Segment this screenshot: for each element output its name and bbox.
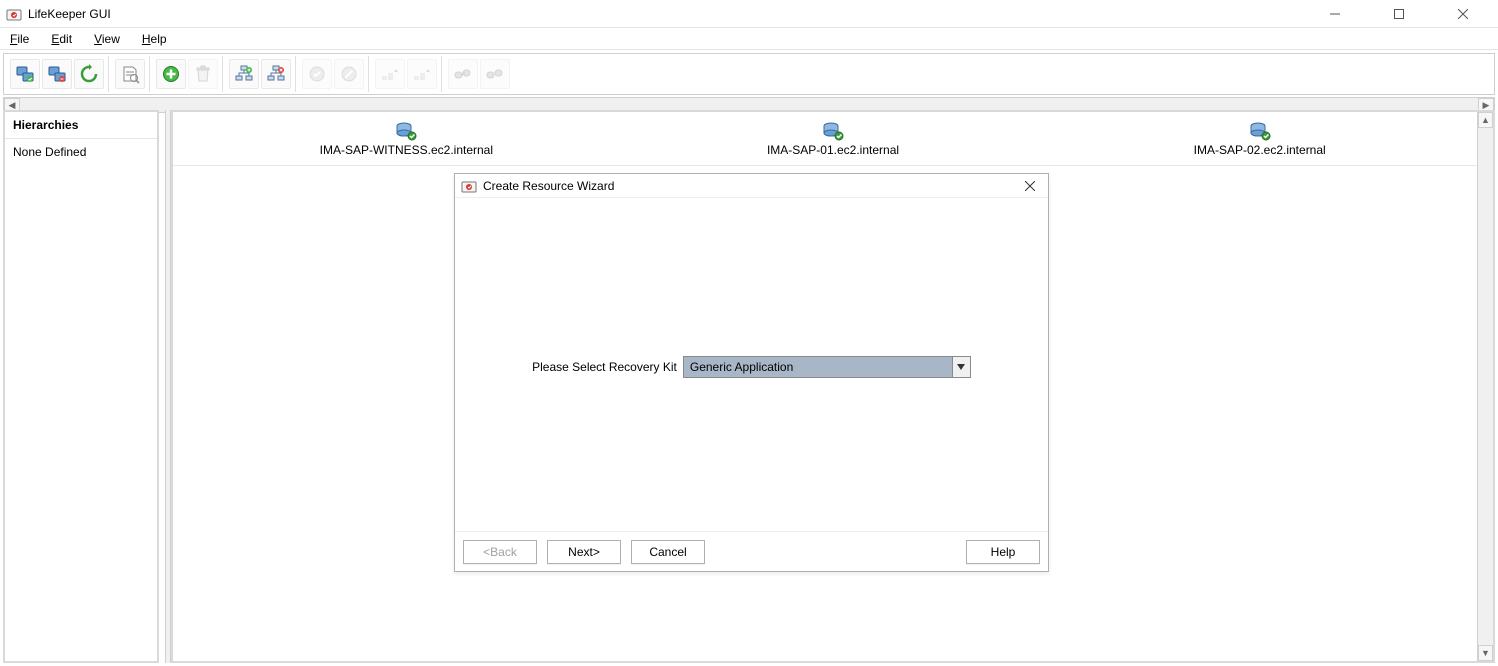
scroll-down-icon[interactable]: ▼ bbox=[1478, 645, 1493, 661]
create-resource-icon[interactable] bbox=[156, 59, 186, 89]
remove-dependency-icon[interactable] bbox=[480, 59, 510, 89]
menu-help[interactable]: Help bbox=[138, 30, 171, 48]
hierarchies-pane: Hierarchies None Defined bbox=[3, 110, 159, 663]
chevron-down-icon[interactable] bbox=[952, 357, 970, 377]
toolbar bbox=[3, 53, 1495, 95]
app-icon bbox=[6, 6, 22, 22]
server-label: IMA-SAP-WITNESS.ec2.internal bbox=[320, 143, 493, 157]
refresh-icon[interactable] bbox=[74, 59, 104, 89]
menu-view[interactable]: View bbox=[90, 30, 124, 48]
server-node[interactable]: IMA-SAP-02.ec2.internal bbox=[1046, 121, 1473, 157]
cancel-button[interactable]: Cancel bbox=[631, 540, 705, 564]
scroll-up-icon[interactable]: ▲ bbox=[1478, 112, 1493, 128]
back-button[interactable]: <Back bbox=[463, 540, 537, 564]
in-service-icon[interactable] bbox=[302, 59, 332, 89]
help-button[interactable]: Help bbox=[966, 540, 1040, 564]
out-of-service-icon[interactable] bbox=[334, 59, 364, 89]
dialog-close-button[interactable] bbox=[1018, 175, 1042, 197]
maximize-button[interactable] bbox=[1376, 0, 1422, 28]
dialog-icon bbox=[461, 178, 477, 194]
extend-icon[interactable] bbox=[375, 59, 405, 89]
server-icon bbox=[395, 121, 417, 141]
remove-hierarchy-icon[interactable] bbox=[261, 59, 291, 89]
add-hierarchy-icon[interactable] bbox=[229, 59, 259, 89]
hierarchies-empty-text: None Defined bbox=[13, 145, 86, 159]
menu-file[interactable]: File bbox=[6, 30, 33, 48]
delete-resource-icon[interactable] bbox=[188, 59, 218, 89]
unextend-icon[interactable] bbox=[407, 59, 437, 89]
dialog-title: Create Resource Wizard bbox=[483, 179, 614, 193]
menu-edit[interactable]: Edit bbox=[47, 30, 76, 48]
server-node[interactable]: IMA-SAP-01.ec2.internal bbox=[620, 121, 1047, 157]
menubar: File Edit View Help bbox=[0, 28, 1498, 50]
server-icon bbox=[1249, 121, 1271, 141]
connect-server-icon[interactable] bbox=[10, 59, 40, 89]
server-row: IMA-SAP-WITNESS.ec2.internal IMA-SAP-01.… bbox=[173, 112, 1493, 166]
vertical-scrollbar[interactable]: ▲ ▼ bbox=[1477, 112, 1493, 661]
server-icon bbox=[822, 121, 844, 141]
hierarchies-body: None Defined bbox=[5, 139, 157, 661]
minimize-button[interactable] bbox=[1312, 0, 1358, 28]
window-titlebar: LifeKeeper GUI bbox=[0, 0, 1498, 28]
close-button[interactable] bbox=[1440, 0, 1486, 28]
view-logs-icon[interactable] bbox=[115, 59, 145, 89]
server-node[interactable]: IMA-SAP-WITNESS.ec2.internal bbox=[193, 121, 620, 157]
window-title: LifeKeeper GUI bbox=[28, 7, 111, 21]
recovery-kit-label: Please Select Recovery Kit bbox=[532, 360, 677, 374]
recovery-kit-selected: Generic Application bbox=[684, 357, 952, 377]
dialog-titlebar[interactable]: Create Resource Wizard bbox=[455, 174, 1048, 198]
dialog-button-bar: <Back Next> Cancel Help bbox=[455, 531, 1048, 571]
next-button[interactable]: Next> bbox=[547, 540, 621, 564]
server-label: IMA-SAP-01.ec2.internal bbox=[767, 143, 899, 157]
hierarchies-header: Hierarchies bbox=[5, 112, 157, 139]
add-dependency-icon[interactable] bbox=[448, 59, 478, 89]
server-label: IMA-SAP-02.ec2.internal bbox=[1194, 143, 1326, 157]
dialog-body: Please Select Recovery Kit Generic Appli… bbox=[455, 198, 1048, 531]
window-controls bbox=[1312, 0, 1492, 28]
create-resource-wizard-dialog: Create Resource Wizard Please Select Rec… bbox=[454, 173, 1049, 572]
disconnect-server-icon[interactable] bbox=[42, 59, 72, 89]
recovery-kit-combobox[interactable]: Generic Application bbox=[683, 356, 971, 378]
